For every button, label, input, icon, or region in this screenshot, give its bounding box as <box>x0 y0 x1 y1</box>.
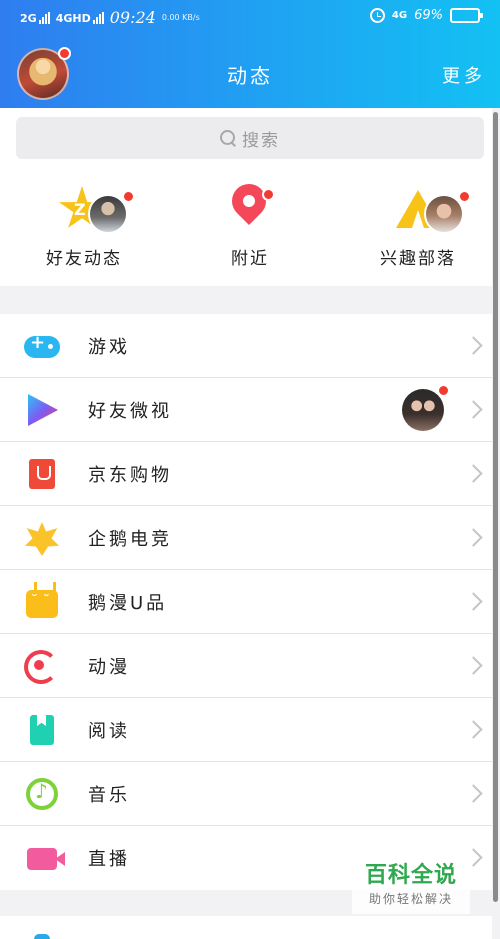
star-letter: Z <box>74 200 86 219</box>
header-bar: 2G 4GHD 09:24 0.00 KB/s 4G 69% 动态 更多 <box>0 0 500 108</box>
chevron-right-icon <box>464 592 483 611</box>
notification-badge <box>437 384 450 397</box>
notification-badge <box>458 190 471 203</box>
list-item-label: 京东购物 <box>88 464 172 486</box>
notification-badge <box>262 188 275 201</box>
list-item-partial[interactable] <box>0 916 492 939</box>
notification-badge <box>58 47 71 60</box>
chevron-right-icon <box>464 336 483 355</box>
chevron-right-icon <box>464 400 483 419</box>
anime-icon <box>24 650 58 684</box>
quick-entry-label: 好友动态 <box>46 249 122 269</box>
chevron-right-icon <box>464 784 483 803</box>
scrollbar[interactable] <box>493 112 498 902</box>
crown-badge-icon <box>25 522 59 556</box>
watermark-sub: 助你轻松解决 <box>368 892 453 906</box>
list-item-music[interactable]: 音乐 <box>0 762 492 826</box>
list-item-label: 游戏 <box>88 336 130 358</box>
list-item-reading[interactable]: 阅读 <box>0 698 492 762</box>
play-triangle-icon <box>28 394 58 426</box>
search-icon <box>220 130 236 146</box>
quick-entry-label: 附近 <box>231 249 269 269</box>
signal-icon <box>92 11 104 24</box>
network-indicator-4g: 4GHD <box>56 11 104 24</box>
quick-entries: Z 好友动态 附近 兴趣部落 <box>0 168 492 286</box>
list-item-jd-shopping[interactable]: 京东购物 <box>0 442 492 506</box>
list-item-friend-weishi[interactable]: 好友微视 <box>0 378 492 442</box>
list-item-eman-upin[interactable]: 鹅漫U品 <box>0 570 492 634</box>
quick-entry-friends-feed[interactable]: Z 好友动态 <box>14 180 154 269</box>
signal-icon <box>38 11 50 24</box>
quick-entry-nearby[interactable]: 附近 <box>180 176 320 269</box>
status-time: 09:24 <box>109 8 156 27</box>
list-item-label: 动漫 <box>88 656 130 678</box>
search-section: 搜索 <box>0 108 492 168</box>
list-item-label: 音乐 <box>88 784 130 806</box>
quick-entry-label: 兴趣部落 <box>380 249 456 269</box>
tribe-avatar <box>424 194 464 234</box>
search-input[interactable]: 搜索 <box>16 117 484 159</box>
friend-avatar <box>88 194 128 234</box>
network-speed: 0.00 KB/s <box>161 12 200 22</box>
list-item-label: 企鹅电竞 <box>88 528 172 550</box>
music-note-icon <box>26 778 58 810</box>
friend-avatar <box>402 389 444 431</box>
location-pin-icon <box>180 176 320 230</box>
chevron-right-icon <box>464 720 483 739</box>
list-item-label: 直播 <box>88 849 130 870</box>
bookmark-icon <box>30 715 54 745</box>
list-item-label: 好友微视 <box>88 400 172 422</box>
network-4g-label: 4G <box>391 10 408 21</box>
tv-character-icon <box>26 590 58 618</box>
search-placeholder: 搜索 <box>242 130 280 151</box>
list-item-games[interactable]: 游戏 <box>0 314 492 378</box>
list-item-penguin-esports[interactable]: 企鹅电竞 <box>0 506 492 570</box>
page-title: 动态 <box>227 64 273 88</box>
status-bar: 2G 4GHD 09:24 0.00 KB/s 4G 69% <box>0 0 500 38</box>
more-button[interactable]: 更多 <box>442 62 486 88</box>
list-item-label: 阅读 <box>88 720 130 742</box>
partial-icon <box>34 934 50 939</box>
watermark-main: 百科全说 <box>364 863 457 888</box>
pin-shape <box>224 176 274 226</box>
tent-icon <box>348 180 488 234</box>
notification-badge <box>122 190 135 203</box>
alarm-icon <box>369 8 385 23</box>
feature-list: 游戏 好友微视 京东购物 企鹅电竞 鹅漫U品 动漫 阅读 音乐 <box>0 314 492 890</box>
network-indicator-2g: 2G <box>20 11 50 24</box>
chevron-right-icon <box>464 464 483 483</box>
list-item-anime[interactable]: 动漫 <box>0 634 492 698</box>
list-item-label: 鹅漫U品 <box>88 592 168 614</box>
chevron-right-icon <box>464 656 483 675</box>
shopping-bag-icon <box>29 459 55 489</box>
quick-entry-interest-tribe[interactable]: 兴趣部落 <box>348 180 488 269</box>
battery-icon <box>450 8 483 23</box>
chevron-right-icon <box>464 528 483 547</box>
battery-percent: 69% <box>414 8 443 23</box>
watermark-logo: 百科全说 助你轻松解决 <box>352 858 470 914</box>
friends-star-icon: Z <box>14 180 154 234</box>
video-camera-icon <box>27 848 57 870</box>
gamepad-icon <box>24 332 60 358</box>
